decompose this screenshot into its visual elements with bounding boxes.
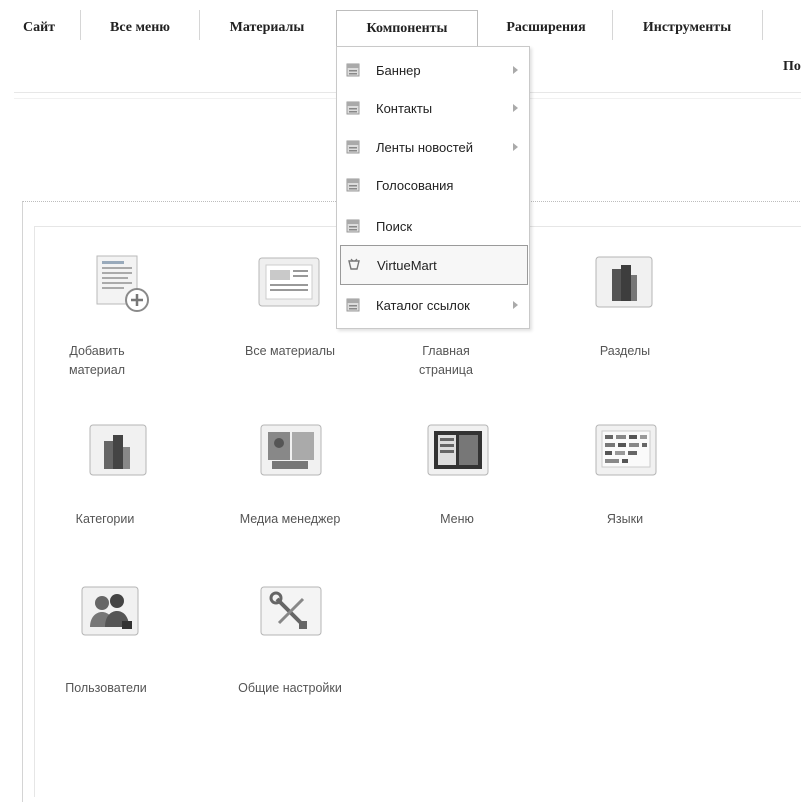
submenu-arrow-icon [513,143,518,151]
sections-icon [595,256,653,308]
menu-divider [762,10,763,40]
tile-label: Пользователи [65,681,147,695]
component-icon [346,101,360,115]
menu-site[interactable]: Сайт [14,10,64,46]
components-dropdown: Баннер Контакты Ленты новостей Голосован… [336,46,530,329]
dropdown-item-weblinks[interactable]: Каталог ссылок [337,286,529,324]
dropdown-item-search[interactable]: Поиск [337,207,529,245]
dropdown-item-label: VirtueMart [377,257,437,273]
dropdown-item-polls[interactable]: Голосования [337,166,529,204]
menu-divider [199,10,200,40]
component-icon [346,298,360,312]
component-icon [346,219,360,233]
add-article-icon [96,255,149,312]
tile-label: Разделы [599,344,651,358]
component-icon [346,63,360,77]
top-menu-bar: Сайт Все меню Материалы Компоненты Расши… [0,0,801,47]
tile-label: Все материалы [245,344,335,358]
tile-label: Категории [75,512,135,526]
tile-label: Добавить материал [69,344,125,377]
tile-label: Меню [440,512,474,526]
menu-tools[interactable]: Инструменты [616,10,758,46]
tile-label: Общие настройки [238,681,342,695]
dropdown-item-label: Контакты [376,100,433,116]
virtuemart-icon [348,258,360,270]
tile-label: Языки [606,512,644,526]
component-icon [346,178,360,192]
dropdown-item-label: Ленты новостей [376,139,474,155]
menu-all-menus[interactable]: Все меню [88,10,192,46]
dropdown-item-virtuemart[interactable]: VirtueMart [340,245,528,285]
component-icon [346,140,360,154]
dropdown-item-label: Баннер [376,62,421,78]
menu-icon [427,424,489,476]
menu-materials[interactable]: Материалы [205,10,329,46]
header-right-text[interactable]: По [783,59,801,75]
dropdown-item-contacts[interactable]: Контакты [337,89,529,127]
tile-label: Главная страница [419,344,473,377]
categories-icon [89,424,147,476]
tile-label: Медиа менеджер [239,512,341,526]
languages-icon [595,424,657,476]
media-manager-icon [260,424,322,476]
dropdown-item-label: Голосования [376,177,454,193]
dropdown-item-newsfeeds[interactable]: Ленты новостей [337,128,529,166]
dropdown-item-label: Поиск [376,218,413,234]
menu-divider [80,10,81,40]
dropdown-item-banner[interactable]: Баннер [337,51,529,89]
articles-icon [258,257,320,307]
dropdown-item-label: Каталог ссылок [376,297,470,313]
users-icon [81,586,139,636]
menu-extensions[interactable]: Расширения [482,10,610,46]
submenu-arrow-icon [513,66,518,74]
menu-components[interactable]: Компоненты [336,10,478,47]
submenu-arrow-icon [513,104,518,112]
menu-divider [612,10,613,40]
submenu-arrow-icon [513,301,518,309]
settings-icon [260,586,322,636]
